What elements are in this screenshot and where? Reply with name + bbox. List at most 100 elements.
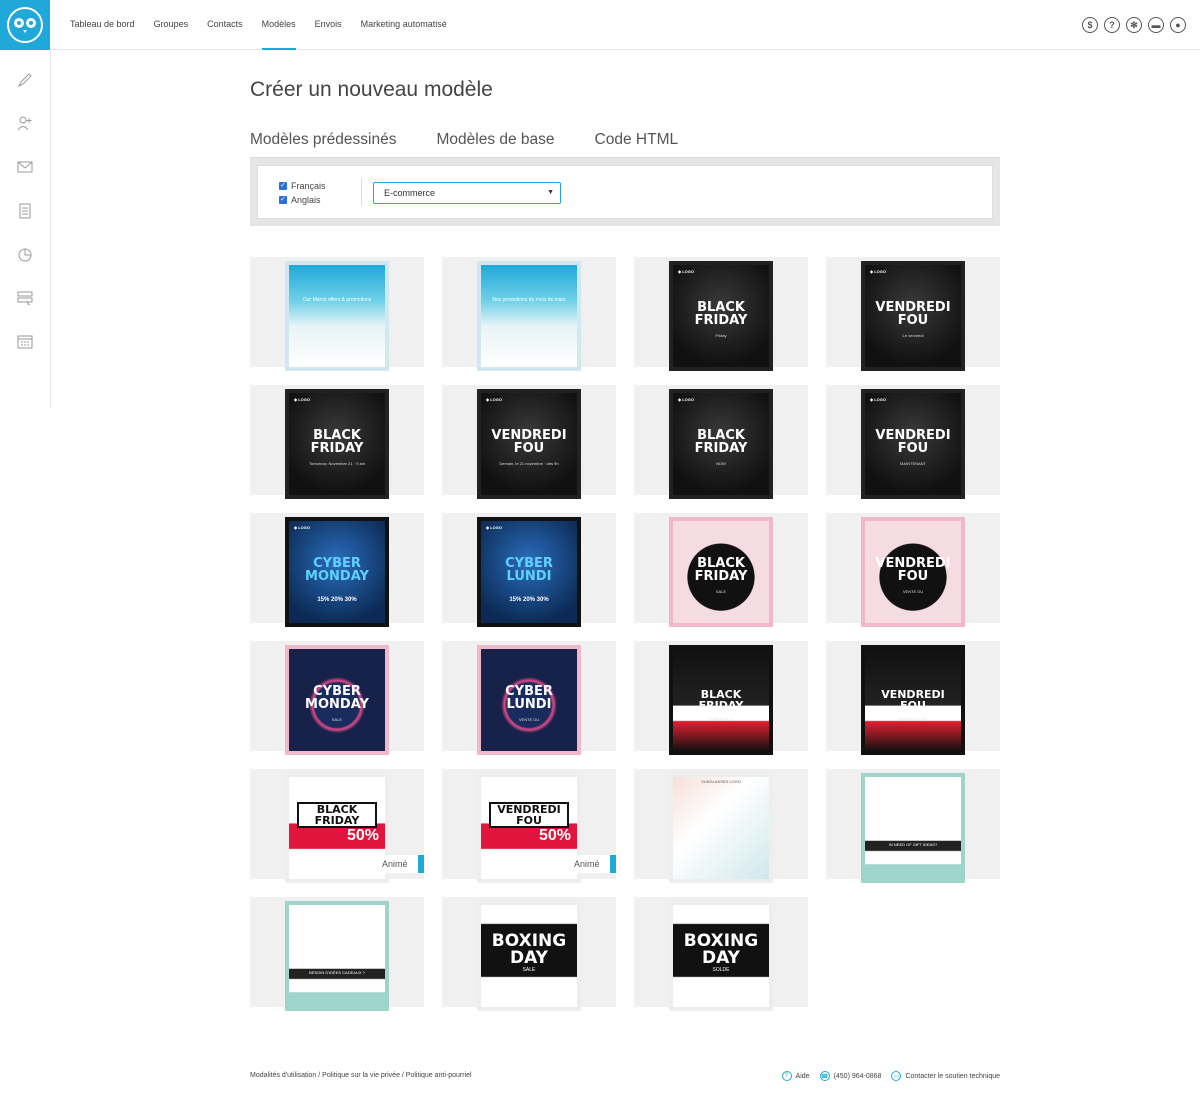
template-headline: BOXING DAY bbox=[683, 931, 759, 968]
animated-badge: Animé bbox=[568, 855, 616, 873]
top-icons: $ ? ✻ ▬ ● bbox=[1082, 17, 1186, 33]
template-subtext: MAINTENANT bbox=[900, 461, 926, 466]
template-card[interactable]: VENDREDI FOU SUPER SOLDE bbox=[826, 641, 1000, 751]
template-thumbnail: CYBER MONDAY 15% 20% 30% ◆ LOGO bbox=[289, 521, 385, 623]
calendar-icon[interactable] bbox=[17, 334, 33, 350]
category-select[interactable]: E-commerce ▼ bbox=[373, 182, 561, 204]
template-subtext: SALE bbox=[715, 589, 727, 594]
template-card[interactable]: VENDREDI FOU VENTE DU bbox=[826, 513, 1000, 623]
template-headline: BLACK FRIDAY bbox=[694, 556, 748, 584]
template-card[interactable]: BOXING DAY SOLDE bbox=[634, 897, 808, 1007]
footer-support-label: Contacter le soutien technique bbox=[905, 1072, 1000, 1080]
help-icon[interactable]: ? bbox=[1104, 17, 1120, 33]
template-subtext: SUNGLASSES LOGO bbox=[701, 779, 741, 784]
template-subtext: VENTE DU bbox=[902, 589, 924, 594]
footer-links[interactable]: Modalités d'utilisation / Politique sur … bbox=[250, 1072, 472, 1079]
template-subtext: Nos promotions du mois de mars bbox=[492, 297, 566, 303]
template-subtext: SALE bbox=[331, 717, 343, 722]
template-headline: VENDREDI FOU bbox=[875, 556, 951, 584]
template-headline: CYBER MONDAY bbox=[305, 684, 369, 712]
template-card[interactable]: VENDREDI FOU Le vendredi ◆ LOGO bbox=[826, 257, 1000, 367]
tab-html-code[interactable]: Code HTML bbox=[595, 131, 679, 158]
template-card[interactable]: Our March offers & promotions bbox=[250, 257, 424, 367]
template-thumbnail: BLACK FRIDAY SUPER SALE bbox=[673, 649, 769, 751]
template-headline: BLACK FRIDAY bbox=[310, 428, 364, 456]
tab-predesigned[interactable]: Modèles prédessinés bbox=[250, 131, 397, 159]
template-thumbnail: BOXING DAY SALE bbox=[481, 905, 577, 1007]
footer-help[interactable]: ? Aide bbox=[781, 1071, 810, 1081]
template-subtext: BESOIN D'IDÉES CADEAUX ? bbox=[309, 970, 365, 975]
template-thumbnail: CYBER LUNDI 15% 20% 30% ◆ LOGO bbox=[481, 521, 577, 623]
template-subtext: 50% bbox=[346, 827, 379, 844]
template-subtext: 15% 20% 30% bbox=[509, 597, 549, 603]
nav-sends[interactable]: Envois bbox=[315, 0, 342, 50]
template-card[interactable]: BLACK FRIDAY SUPER SALE bbox=[634, 641, 808, 751]
add-user-icon[interactable] bbox=[17, 115, 33, 131]
template-card[interactable]: BESOIN D'IDÉES CADEAUX ? bbox=[250, 897, 424, 1007]
nav-contacts[interactable]: Contacts bbox=[207, 0, 243, 50]
template-headline: VENDREDI FOU bbox=[491, 428, 567, 456]
template-logo: ◆ LOGO bbox=[870, 397, 886, 402]
nav-dashboard[interactable]: Tableau de bord bbox=[70, 0, 135, 50]
template-card[interactable]: VENDREDI FOU MAINTENANT ◆ LOGO bbox=[826, 385, 1000, 495]
template-headline: VENDREDI FOU bbox=[489, 802, 569, 828]
template-subtext: SUPER SOLDE bbox=[898, 717, 928, 722]
template-headline: BLACK FRIDAY bbox=[297, 802, 377, 828]
checkbox-english[interactable]: ✓ Anglais bbox=[279, 195, 321, 205]
checkbox-french[interactable]: ✓ Français bbox=[279, 181, 326, 191]
folder-icon[interactable]: ▬ bbox=[1148, 17, 1164, 33]
phone-icon: ☎ bbox=[819, 1071, 830, 1081]
filter-divider bbox=[361, 178, 362, 206]
template-card[interactable]: BLACK FRIDAY 50% Animé bbox=[250, 769, 424, 879]
mail-icon[interactable] bbox=[17, 159, 33, 175]
template-headline: BLACK FRIDAY bbox=[694, 300, 748, 328]
template-card[interactable]: BLACK FRIDAY SALE bbox=[634, 513, 808, 623]
template-logo: ◆ LOGO bbox=[294, 525, 310, 530]
template-headline: CYBER MONDAY bbox=[305, 556, 369, 584]
template-thumbnail: BLACK FRIDAY Friday ◆ LOGO bbox=[673, 265, 769, 367]
user-avatar-icon[interactable]: ● bbox=[1170, 17, 1186, 33]
template-card[interactable]: CYBER MONDAY 15% 20% 30% ◆ LOGO bbox=[250, 513, 424, 623]
template-card[interactable]: IN NEED OF GIFT IDEAS? bbox=[826, 769, 1000, 879]
template-thumbnail: BLACK FRIDAY 50% bbox=[289, 777, 385, 879]
template-headline: BOXING DAY bbox=[491, 931, 567, 968]
template-thumbnail: Nos promotions du mois de mars bbox=[481, 265, 577, 367]
owl-logo-icon bbox=[7, 7, 43, 43]
template-card[interactable]: VENDREDI FOU Demain, le 21 novembre · dès… bbox=[442, 385, 616, 495]
top-bar: Tableau de bord Groupes Contacts Modèles… bbox=[0, 0, 1200, 50]
page-title: Créer un nouveau modèle bbox=[250, 78, 493, 101]
template-card[interactable]: CYBER MONDAY SALE bbox=[250, 641, 424, 751]
pen-icon[interactable] bbox=[17, 72, 33, 88]
template-card[interactable]: BOXING DAY SALE bbox=[442, 897, 616, 1007]
template-card[interactable]: CYBER LUNDI 15% 20% 30% ◆ LOGO bbox=[442, 513, 616, 623]
checkbox-english-label: Anglais bbox=[291, 195, 321, 205]
template-card[interactable]: BLACK FRIDAY Tomorrow, November 21 · 9 am… bbox=[250, 385, 424, 495]
template-thumbnail: VENDREDI FOU 50% bbox=[481, 777, 577, 879]
template-headline: VENDREDI FOU bbox=[875, 428, 951, 456]
template-card[interactable]: BLACK FRIDAY Friday ◆ LOGO bbox=[634, 257, 808, 367]
nav-automation[interactable]: Marketing automatisé bbox=[361, 0, 447, 50]
sidebar bbox=[0, 50, 51, 408]
settings-gear-icon[interactable]: ✻ bbox=[1126, 17, 1142, 33]
template-card[interactable]: Nos promotions du mois de mars bbox=[442, 257, 616, 367]
template-card[interactable]: BLACK FRIDAY NOW ◆ LOGO bbox=[634, 385, 808, 495]
nav-templates[interactable]: Modèles bbox=[261, 0, 296, 50]
template-thumbnail: BLACK FRIDAY Tomorrow, November 21 · 9 am… bbox=[289, 393, 385, 495]
template-headline: BLACK FRIDAY bbox=[694, 428, 748, 456]
template-card[interactable]: CYBER LUNDI VENTE DU bbox=[442, 641, 616, 751]
billing-icon[interactable]: $ bbox=[1082, 17, 1098, 33]
document-icon[interactable] bbox=[17, 203, 33, 219]
template-select-icon[interactable] bbox=[17, 290, 33, 306]
template-subtext: Tomorrow, November 21 · 9 am bbox=[308, 461, 366, 466]
footer-phone[interactable]: ☎ (450) 964-0868 bbox=[819, 1071, 881, 1081]
nav-groups[interactable]: Groupes bbox=[154, 0, 189, 50]
template-thumbnail: VENDREDI FOU SUPER SOLDE bbox=[865, 649, 961, 751]
template-logo: ◆ LOGO bbox=[486, 525, 502, 530]
template-card[interactable]: SUNGLASSES LOGO bbox=[634, 769, 808, 879]
pie-chart-icon[interactable] bbox=[17, 247, 33, 263]
tab-basic[interactable]: Modèles de base bbox=[436, 131, 554, 158]
app-logo[interactable] bbox=[0, 0, 50, 50]
footer-support[interactable]: ▭ Contacter le soutien technique bbox=[891, 1071, 1000, 1081]
template-card[interactable]: VENDREDI FOU 50% Animé bbox=[442, 769, 616, 879]
template-headline: CYBER LUNDI bbox=[505, 556, 553, 584]
